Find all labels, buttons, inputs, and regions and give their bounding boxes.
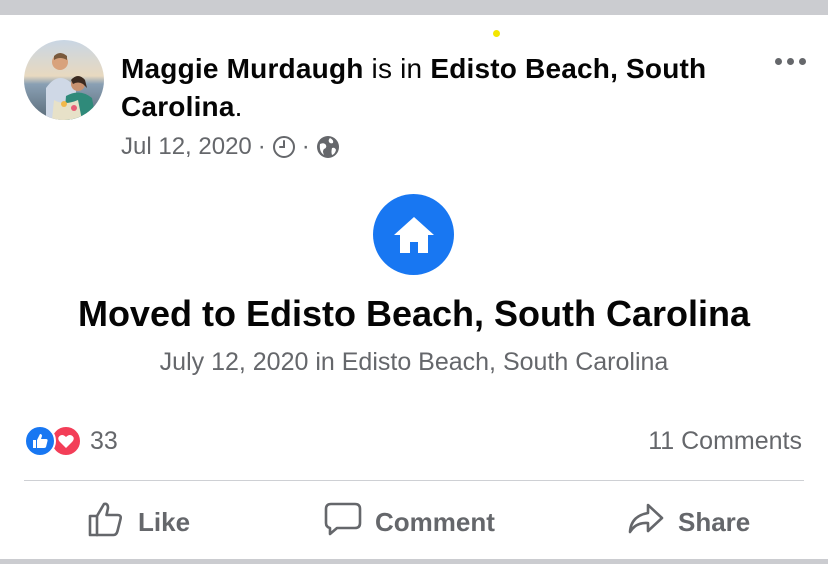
clock-icon	[272, 135, 296, 159]
more-dot-icon	[786, 57, 794, 65]
top-separator	[0, 0, 828, 15]
connector-text: is in	[371, 53, 423, 84]
more-dot-icon	[798, 57, 806, 65]
more-dot-icon	[774, 57, 782, 65]
share-label: Share	[678, 506, 751, 537]
separator: ·	[301, 133, 310, 160]
home-icon	[373, 194, 454, 275]
comment-button[interactable]: Comment	[323, 500, 495, 544]
comment-label: Comment	[375, 506, 495, 537]
life-event-subtitle: July 12, 2020 in Edisto Beach, South Car…	[159, 348, 669, 376]
reactions-summary[interactable]: 33	[24, 425, 118, 457]
avatar[interactable]	[24, 40, 104, 120]
comments-count[interactable]: 11 Comments	[648, 425, 802, 457]
comment-icon	[323, 499, 363, 546]
share-arrow-icon	[626, 499, 666, 546]
like-button[interactable]: Like	[86, 500, 190, 544]
author-name[interactable]: Maggie Murdaugh	[121, 53, 364, 84]
post-meta: Jul 12, 2020 · ·	[121, 131, 340, 163]
like-label: Like	[138, 506, 191, 537]
avatar-photo	[24, 40, 104, 120]
like-reaction-icon	[24, 425, 56, 457]
more-options-button[interactable]	[770, 50, 810, 72]
globe-icon	[316, 135, 340, 159]
separator: ·	[257, 133, 266, 160]
post-date[interactable]: Jul 12, 2020	[121, 133, 252, 161]
post-header: Maggie Murdaugh is in Edisto Beach, Sout…	[121, 50, 751, 126]
divider	[24, 480, 804, 481]
bottom-separator	[0, 559, 828, 564]
reaction-count: 33	[90, 426, 118, 455]
life-event-title: Moved to Edisto Beach, South Carolina	[77, 293, 751, 334]
thumbs-up-icon	[86, 499, 126, 546]
status-dot	[493, 30, 500, 37]
share-button[interactable]: Share	[626, 500, 750, 544]
period-text: .	[234, 91, 243, 122]
